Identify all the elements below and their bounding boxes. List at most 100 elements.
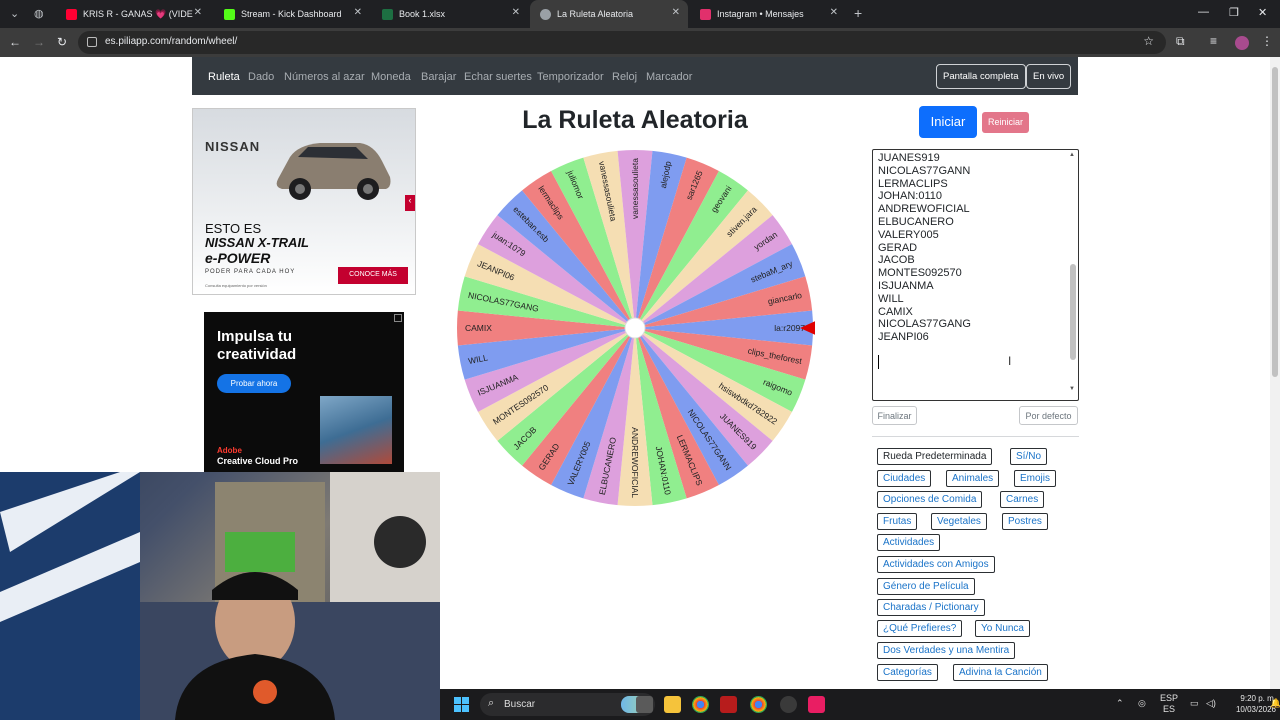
start-button[interactable]: Iniciar (919, 106, 977, 138)
nav-link-ruleta[interactable]: Ruleta (208, 71, 240, 83)
reload-icon[interactable]: ↻ (57, 35, 67, 49)
browser-profile-icon[interactable]: ◍ (34, 7, 44, 20)
ibeam-cursor-icon: I (1008, 354, 1012, 368)
notification-bell-icon[interactable]: 🔔 (1270, 698, 1280, 709)
preset-actividades-amigos[interactable]: Actividades con Amigos (877, 556, 995, 573)
tab-instagram[interactable]: Instagram • Mensajes ✕ (690, 0, 846, 28)
close-icon[interactable]: ✕ (512, 7, 520, 18)
tab-excel[interactable]: Book 1.xlsx ✕ (372, 0, 528, 28)
fullscreen-button[interactable]: Pantalla completa (936, 64, 1026, 89)
tab-youtube[interactable]: KRIS R - GANAS 💗 (VIDEO OF ✕ (56, 0, 210, 28)
preset-ciudades[interactable]: Ciudades (877, 470, 932, 487)
globe-icon (540, 8, 551, 20)
nissan-ad[interactable]: NISSAN ESTO ES NISSAN X-TRAIL e-POWER PO… (192, 108, 416, 295)
taskbar-search[interactable]: ⌕ Buscar (480, 693, 655, 716)
forward-icon[interactable]: → (33, 35, 45, 49)
nav-link-reloj[interactable]: Reloj (612, 71, 637, 83)
tray-app-icon[interactable]: ◎ (1138, 698, 1146, 709)
tab-search-icon[interactable]: ⌄ (10, 7, 19, 20)
media-controls-icon[interactable]: ≡ (1210, 34, 1217, 48)
ad-arrow-icon[interactable]: ‹ (405, 195, 415, 211)
live-button[interactable]: En vivo (1026, 64, 1072, 89)
ad-try-button[interactable]: Probar ahora (217, 374, 291, 393)
textarea-scrollbar[interactable]: ▲ ▼ (1069, 152, 1076, 396)
preset-yo-nunca[interactable]: Yo Nunca (975, 620, 1030, 637)
preset-genero-pelicula[interactable]: Género de Película (877, 578, 975, 595)
nav-link-echar-suertes[interactable]: Echar suertes (464, 71, 532, 83)
tab-ruleta[interactable]: La Ruleta Aleatoria ✕ (530, 0, 688, 28)
nav-link-numeros[interactable]: Números al azar (284, 71, 365, 83)
preset-si-no[interactable]: Sí/No (1010, 448, 1048, 465)
chrome-active-icon[interactable] (750, 696, 767, 713)
ad-line1: ESTO ES (205, 221, 262, 236)
finish-button[interactable]: Finalizar (872, 406, 917, 425)
webcam-overlay (0, 472, 440, 720)
preset-charadas[interactable]: Charadas / Pictionary (877, 599, 985, 616)
preset-animales[interactable]: Animales (946, 470, 1000, 487)
menu-icon[interactable]: ⋮ (1261, 34, 1273, 48)
close-icon[interactable]: ✕ (194, 7, 202, 18)
ad-cta-button[interactable]: CONOCE MÁS (338, 267, 408, 284)
preset-carnes[interactable]: Carnes (1000, 491, 1045, 508)
language-indicator[interactable]: ESP ES (1160, 693, 1178, 715)
preset-actividades[interactable]: Actividades (877, 534, 941, 551)
back-icon[interactable]: ← (9, 35, 21, 49)
wheel-hub[interactable] (624, 317, 646, 339)
close-icon[interactable]: ✕ (354, 7, 362, 18)
spin-wheel[interactable]: la:r2097clips_theforestraigomohsiswbdkd7… (455, 148, 815, 508)
nav-link-dado[interactable]: Dado (248, 71, 274, 83)
default-button[interactable]: Por defecto (1019, 406, 1078, 425)
close-icon[interactable]: ✕ (672, 7, 680, 18)
preset-postres[interactable]: Postres (1002, 513, 1048, 530)
preset-adivina-cancion[interactable]: Adivina la Canción (953, 664, 1048, 681)
names-textarea[interactable]: ▲ ▼ JUANES919 NICOLAS77GANN LERMACLIPS JOHA… (872, 149, 1079, 401)
site-info-icon[interactable] (87, 37, 97, 47)
file-explorer-icon[interactable] (664, 696, 681, 713)
reset-button[interactable]: Reiniciar (982, 112, 1029, 133)
nav-link-temporizador[interactable]: Temporizador (537, 71, 604, 83)
preset-categorias[interactable]: Categorías (877, 664, 938, 681)
tab-kick[interactable]: Stream - Kick Dashboard ✕ (214, 0, 370, 28)
tray-chevron-icon[interactable]: ⌃ (1116, 698, 1124, 709)
preset-vegetales[interactable]: Vegetales (931, 513, 987, 530)
name-entry: WILL (878, 292, 904, 305)
profile-avatar[interactable] (1235, 36, 1249, 50)
new-tab-icon[interactable]: + (854, 5, 862, 21)
tiktok-icon[interactable] (808, 696, 825, 713)
minimize-icon[interactable]: — (1198, 6, 1209, 18)
extensions-icon[interactable]: ⧉ (1176, 34, 1185, 49)
ad-info-icon[interactable] (394, 314, 402, 322)
preset-frutas[interactable]: Frutas (877, 513, 918, 530)
ad-line3: e-POWER (205, 250, 271, 266)
bookmark-star-icon[interactable]: ☆ (1143, 34, 1154, 48)
scrollbar-thumb[interactable] (1070, 264, 1076, 360)
name-entry: ISJUANMA (878, 280, 934, 292)
app-icon[interactable] (720, 696, 737, 713)
nav-link-moneda[interactable]: Moneda (371, 71, 411, 83)
chrome-icon[interactable] (692, 696, 709, 713)
obs-icon[interactable] (780, 696, 797, 713)
task-view-icon[interactable] (636, 696, 653, 713)
network-icon[interactable]: ▭ (1190, 698, 1199, 709)
close-icon[interactable]: ✕ (830, 7, 838, 18)
url-bar[interactable]: es.piliapp.com/random/wheel/ ☆ (78, 31, 1166, 54)
windows-start-icon[interactable] (454, 697, 469, 712)
scroll-down-icon[interactable]: ▼ (1069, 386, 1075, 392)
page-scrollbar[interactable] (1270, 57, 1280, 690)
window-close-icon[interactable]: ✕ (1258, 6, 1267, 19)
name-entry: CAMIX (878, 305, 913, 318)
volume-icon[interactable]: ◁) (1206, 698, 1216, 709)
restore-icon[interactable]: ❐ (1229, 6, 1239, 19)
nav-link-marcador[interactable]: Marcador (646, 71, 692, 83)
preset-opciones-comida[interactable]: Opciones de Comida (877, 491, 983, 508)
text-caret (878, 355, 879, 369)
nav-link-barajar[interactable]: Barajar (421, 71, 456, 83)
preset-que-prefieres[interactable]: ¿Qué Prefieres? (877, 620, 963, 637)
preset-dos-verdades[interactable]: Dos Verdades y una Mentira (877, 642, 1016, 659)
adobe-ad[interactable]: Impulsa tu creatividad Probar ahora Adob… (204, 312, 404, 474)
page-scrollbar-thumb[interactable] (1272, 67, 1278, 377)
scroll-up-icon[interactable]: ▲ (1069, 152, 1075, 158)
system-clock[interactable]: 9:20 p. m. 10/03/2026 (1226, 693, 1276, 715)
preset-rueda-predeterminada[interactable]: Rueda Predeterminada (877, 448, 993, 465)
preset-emojis[interactable]: Emojis (1014, 470, 1057, 487)
